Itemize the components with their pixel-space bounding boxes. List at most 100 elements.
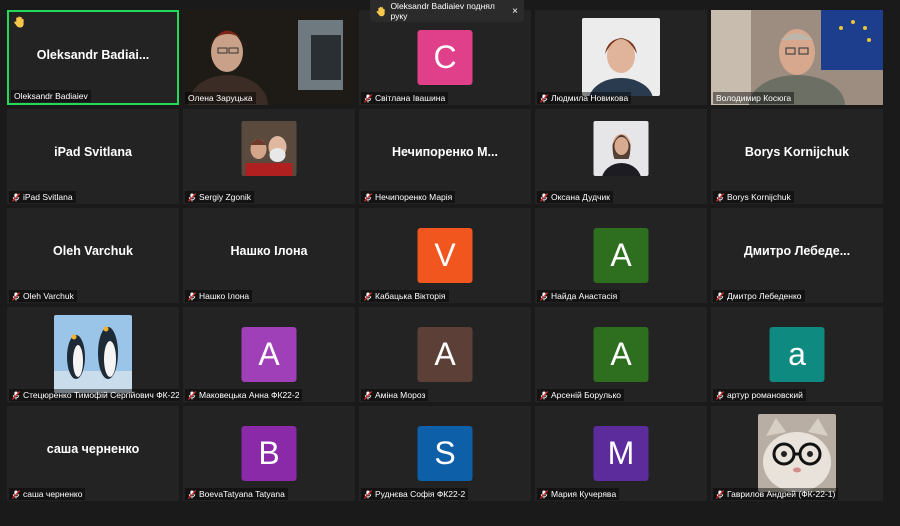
participant-name-label: саша черненко [9,488,86,500]
participant-tile[interactable]: B BoevaTatyana Tatyana [183,406,355,501]
mic-muted-icon [11,192,21,202]
participant-name: Олена Заруцька [188,93,253,103]
participant-tile[interactable]: Нечипоренко М... Нечипоренко Марія [359,109,531,204]
participant-name: Oleh Varchuk [23,291,74,301]
mic-muted-icon [187,192,197,202]
participant-name-label: BoevaTatyana Tatyana [185,488,288,500]
participant-name-label: Дмитро Лебеденко [713,290,805,302]
participant-tile[interactable]: Олена Заруцька [183,10,355,105]
participant-tile[interactable]: Гаврилов Андрей (ФК-22-1) [711,406,883,501]
participant-name: Арсеній Борулько [551,390,621,400]
mic-muted-icon [363,93,373,103]
participant-video [183,10,355,105]
participant-name-label: Нечипоренко Марія [361,191,456,203]
participant-name: Руднєва Софія ФК22-2 [375,489,466,499]
notification-text: Oleksandr Badiaiev поднял руку [390,1,495,21]
raised-hand-icon [13,15,25,28]
participant-name-label: Oleh Varchuk [9,290,77,302]
participant-avatar: A [593,327,649,382]
participant-tile[interactable]: Стецюренко Тимофій Сергійович ФК-22-2 [7,307,179,402]
participant-tile[interactable]: Людмила Новикова [535,10,707,105]
participant-tile[interactable]: V Кабацька Вікторія [359,208,531,303]
mic-muted-icon [715,489,725,499]
participant-avatar: A [593,228,649,283]
participant-display-name: Нечипоренко М... [392,145,498,159]
participant-name-label: Арсеній Борулько [537,389,624,401]
participant-tile[interactable]: iPad Svitlana iPad Svitlana [7,109,179,204]
participant-photo [241,121,297,176]
participant-tile[interactable]: A Аміна Мороз [359,307,531,402]
participant-tile[interactable]: Oleksandr Badiai... Oleksandr Badiaiev [7,10,179,105]
participant-tile[interactable]: Оксана Дудчик [535,109,707,204]
raised-hand-icon [376,6,385,16]
participant-name: Аміна Мороз [375,390,426,400]
participant-name: Кабацька Вікторія [375,291,446,301]
participant-avatar: B [241,426,297,481]
participant-name-label: Мария Кучерявa [537,488,620,500]
participant-tile[interactable]: Borys Kornijchuk Borys Kornijchuk [711,109,883,204]
participant-tile[interactable]: M Мария Кучерявa [535,406,707,501]
close-notification-button[interactable]: × [512,6,518,17]
mic-muted-icon [539,93,549,103]
participant-tile[interactable]: S Руднєва Софія ФК22-2 [359,406,531,501]
participant-tile[interactable]: A Арсеній Борулько [535,307,707,402]
participant-tile[interactable]: Oleh Varchuk Oleh Varchuk [7,208,179,303]
participant-photo [758,414,836,492]
participant-name: Найда Анастасія [551,291,618,301]
participant-name-label: Oleksandr Badiaiev [11,90,91,102]
participant-name-label: Оксана Дудчик [537,191,613,203]
participant-name: Oleksandr Badiaiev [14,91,88,101]
participant-name: Володимир Косюга [716,93,792,103]
participant-display-name: iPad Svitlana [54,145,132,159]
participant-tile[interactable]: саша черненко саша черненко [7,406,179,501]
mic-muted-icon [539,291,549,301]
mic-muted-icon [715,291,725,301]
mic-muted-icon [187,291,197,301]
participant-name-label: Маковецька Анна ФК22-2 [185,389,303,401]
participant-display-name: саша черненко [46,442,140,456]
mic-muted-icon [539,192,549,202]
participant-tile[interactable]: A Маковецька Анна ФК22-2 [183,307,355,402]
mic-muted-icon [363,390,373,400]
participant-name: Sergiy Zgonik [199,192,251,202]
participant-name: BoevaTatyana Tatyana [199,489,285,499]
participant-tile[interactable]: Дмитро Лебеде... Дмитро Лебеденко [711,208,883,303]
participant-name: Маковецька Анна ФК22-2 [199,390,300,400]
participant-name-label: iPad Svitlana [9,191,76,203]
participant-name-label: артур романовский [713,389,806,401]
mic-muted-icon [363,192,373,202]
mic-muted-icon [363,489,373,499]
participant-tile[interactable]: A Найда Анастасія [535,208,707,303]
participant-name-label: Sergiy Zgonik [185,191,254,203]
participant-tile[interactable]: C Світлана Івашина [359,10,531,105]
participant-avatar: M [593,426,649,481]
mic-muted-icon [363,291,373,301]
participant-name: Borys Kornijchuk [727,192,791,202]
participant-name-label: Гаврилов Андрей (ФК-22-1) [713,488,839,500]
participant-avatar: C [417,30,473,85]
mic-muted-icon [11,489,21,499]
participant-tile[interactable]: a артур романовский [711,307,883,402]
participant-tile[interactable]: Володимир Косюга [711,10,883,105]
participant-name-label: Руднєва Софія ФК22-2 [361,488,469,500]
mic-muted-icon [187,390,197,400]
mic-muted-icon [539,390,549,400]
gallery-grid: Oleksandr Badiai... Oleksandr Badiaiev Оле… [7,10,883,501]
participant-photo [593,121,649,176]
participant-tile[interactable]: Sergiy Zgonik [183,109,355,204]
participant-video [711,10,883,105]
participant-display-name: Oleh Varchuk [53,244,133,258]
participant-name: Гаврилов Андрей (ФК-22-1) [727,489,836,499]
mic-muted-icon [539,489,549,499]
participant-avatar: A [417,327,473,382]
participant-avatar: a [769,327,825,382]
mic-muted-icon [187,489,197,499]
participant-tile[interactable]: Нашко Ілона Нашко Ілона [183,208,355,303]
participant-avatar: S [417,426,473,481]
participant-name-label: Стецюренко Тимофій Сергійович ФК-22-2 [9,389,179,401]
participant-name-label: Світлана Івашина [361,92,449,104]
participant-name: Стецюренко Тимофій Сергійович ФК-22-2 [23,390,179,400]
participant-name-label: Найда Анастасія [537,290,621,302]
participant-name: Світлана Івашина [375,93,446,103]
participant-photo [54,315,132,393]
